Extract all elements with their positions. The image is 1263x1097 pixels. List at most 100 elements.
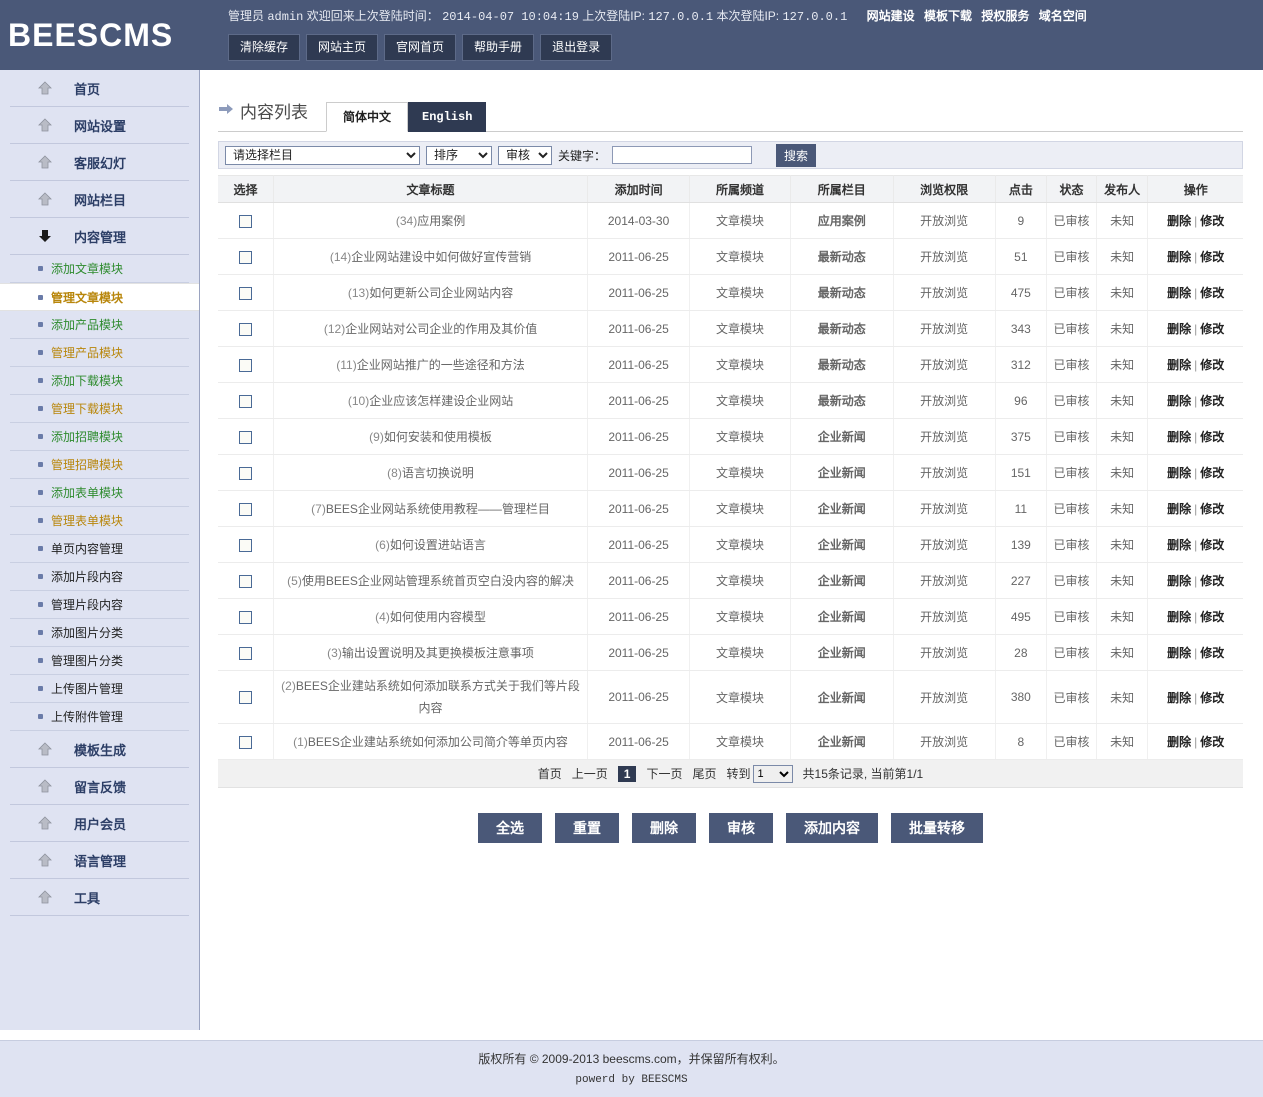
row-title-cell[interactable]: (12)企业网站对公司企业的作用及其价值 <box>273 310 589 347</box>
sidebar-item-add-form-module[interactable]: 添加表单模块 <box>10 479 189 507</box>
sidebar-item-manage-fragment-content[interactable]: 管理片段内容 <box>10 591 189 619</box>
row-edit-link[interactable]: 修改 <box>1200 610 1224 624</box>
sidebar-item-upload-attachment-manage[interactable]: 上传附件管理 <box>10 703 189 731</box>
row-delete-link[interactable]: 删除 <box>1167 466 1191 480</box>
row-title-cell[interactable]: (4)如何使用内容模型 <box>273 598 589 635</box>
row-title-cell[interactable]: (9)如何安装和使用模板 <box>273 418 589 455</box>
tab-english[interactable]: English <box>408 102 487 132</box>
pager-first[interactable]: 首页 <box>538 765 562 782</box>
sidebar-item-manage-product-module[interactable]: 管理产品模块 <box>10 339 189 367</box>
row-title-cell[interactable]: (2)BEES企业建站系统如何添加联系方式关于我们等片段内容 <box>273 670 589 724</box>
row-edit-link[interactable]: 修改 <box>1200 394 1224 408</box>
row-edit-link[interactable]: 修改 <box>1200 735 1224 749</box>
tab-simplified-chinese[interactable]: 简体中文 <box>326 102 409 132</box>
header-link-3[interactable]: 域名空间 <box>1039 9 1087 23</box>
row-delete-link[interactable]: 删除 <box>1167 735 1191 749</box>
row-delete-link[interactable]: 删除 <box>1167 430 1191 444</box>
sidebar-item-add-download-module[interactable]: 添加下载模块 <box>10 367 189 395</box>
row-title-cell[interactable]: (14)企业网站建设中如何做好宣传营销 <box>273 238 589 275</box>
sidebar-group-template-generate[interactable]: 模板生成 <box>10 731 189 768</box>
row-title-cell[interactable]: (13)如何更新公司企业网站内容 <box>273 274 589 311</box>
sidebar-group-users[interactable]: 用户会员 <box>10 805 189 842</box>
row-checkbox[interactable] <box>239 394 252 408</box>
sidebar-item-add-job-module[interactable]: 添加招聘模块 <box>10 423 189 451</box>
row-checkbox[interactable] <box>239 250 252 264</box>
row-title-cell[interactable]: (3)输出设置说明及其更换模板注意事项 <box>273 634 589 671</box>
row-checkbox[interactable] <box>239 214 252 228</box>
sidebar-item-add-fragment-content[interactable]: 添加片段内容 <box>10 563 189 591</box>
sidebar-item-manage-download-module[interactable]: 管理下载模块 <box>10 395 189 423</box>
row-checkbox[interactable] <box>239 466 252 480</box>
row-edit-link[interactable]: 修改 <box>1200 430 1224 444</box>
row-checkbox[interactable] <box>239 358 252 372</box>
row-edit-link[interactable]: 修改 <box>1200 574 1224 588</box>
row-checkbox[interactable] <box>239 646 252 660</box>
sidebar-item-add-article-module[interactable]: 添加文章模块 <box>10 255 189 283</box>
row-checkbox[interactable] <box>239 735 252 749</box>
search-button[interactable]: 搜索 <box>776 143 817 167</box>
sidebar-item-add-image-category[interactable]: 添加图片分类 <box>10 619 189 647</box>
select-all-button[interactable]: 全选 <box>478 813 542 843</box>
sidebar-item-manage-image-category[interactable]: 管理图片分类 <box>10 647 189 675</box>
pager-prev[interactable]: 上一页 <box>572 765 608 782</box>
row-checkbox[interactable] <box>239 286 252 300</box>
audit-button[interactable]: 审核 <box>709 813 773 843</box>
row-title-cell[interactable]: (6)如何设置进站语言 <box>273 526 589 563</box>
menu-official-home[interactable]: 官网首页 <box>384 34 457 61</box>
row-delete-link[interactable]: 删除 <box>1167 610 1191 624</box>
pager-goto-select[interactable]: 1 <box>752 764 793 783</box>
keyword-input[interactable] <box>612 146 753 164</box>
add-content-button[interactable]: 添加内容 <box>786 813 878 843</box>
row-edit-link[interactable]: 修改 <box>1200 502 1224 516</box>
sidebar-item-manage-form-module[interactable]: 管理表单模块 <box>10 507 189 535</box>
row-delete-link[interactable]: 删除 <box>1167 646 1191 660</box>
row-edit-link[interactable]: 修改 <box>1200 250 1224 264</box>
row-title-cell[interactable]: (1)BEES企业建站系统如何添加公司简介等单页内容 <box>273 723 589 760</box>
row-checkbox[interactable] <box>239 502 252 516</box>
row-delete-link[interactable]: 删除 <box>1167 250 1191 264</box>
row-edit-link[interactable]: 修改 <box>1200 358 1224 372</box>
row-checkbox[interactable] <box>239 574 252 588</box>
header-link-2[interactable]: 授权服务 <box>981 9 1029 23</box>
sidebar-item-add-product-module[interactable]: 添加产品模块 <box>10 311 189 339</box>
sidebar-group-slider[interactable]: 客服幻灯 <box>10 144 189 181</box>
sidebar-group-message-feedback[interactable]: 留言反馈 <box>10 768 189 805</box>
sidebar-item-single-page-content[interactable]: 单页内容管理 <box>10 535 189 563</box>
row-edit-link[interactable]: 修改 <box>1200 286 1224 300</box>
sidebar-group-content-management[interactable]: 内容管理 <box>10 218 189 255</box>
row-title-cell[interactable]: (5)使用BEES企业网站管理系统首页空白没内容的解决 <box>273 562 589 599</box>
row-edit-link[interactable]: 修改 <box>1200 214 1224 228</box>
row-edit-link[interactable]: 修改 <box>1200 646 1224 660</box>
menu-help-manual[interactable]: 帮助手册 <box>462 34 535 61</box>
row-delete-link[interactable]: 删除 <box>1167 538 1191 552</box>
row-delete-link[interactable]: 删除 <box>1167 574 1191 588</box>
row-delete-link[interactable]: 删除 <box>1167 502 1191 516</box>
row-checkbox[interactable] <box>239 322 252 336</box>
menu-site-home[interactable]: 网站主页 <box>306 34 379 61</box>
sort-select[interactable]: 排序 <box>426 145 492 165</box>
row-delete-link[interactable]: 删除 <box>1167 394 1191 408</box>
row-title-cell[interactable]: (8)语言切换说明 <box>273 454 589 491</box>
row-checkbox[interactable] <box>239 538 252 552</box>
sidebar-group-tools[interactable]: 工具 <box>10 879 189 916</box>
delete-button[interactable]: 删除 <box>632 813 696 843</box>
row-title-cell[interactable]: (10)企业应该怎样建设企业网站 <box>273 382 589 419</box>
pager-last[interactable]: 尾页 <box>693 765 717 782</box>
row-delete-link[interactable]: 删除 <box>1167 214 1191 228</box>
sidebar-item-upload-image-manage[interactable]: 上传图片管理 <box>10 675 189 703</box>
reset-button[interactable]: 重置 <box>555 813 619 843</box>
row-checkbox[interactable] <box>239 691 252 705</box>
row-edit-link[interactable]: 修改 <box>1200 691 1224 705</box>
batch-move-button[interactable]: 批量转移 <box>891 813 983 843</box>
sidebar-group-language[interactable]: 语言管理 <box>10 842 189 879</box>
row-title-cell[interactable]: (34)应用案例 <box>273 202 589 239</box>
sidebar-item-manage-article-module[interactable]: 管理文章模块 <box>0 283 199 311</box>
sidebar-item-manage-job-module[interactable]: 管理招聘模块 <box>10 451 189 479</box>
header-link-1[interactable]: 模板下载 <box>924 9 972 23</box>
row-edit-link[interactable]: 修改 <box>1200 466 1224 480</box>
row-title-cell[interactable]: (11)企业网站推广的一些途径和方法 <box>273 346 589 383</box>
row-delete-link[interactable]: 删除 <box>1167 286 1191 300</box>
pager-next[interactable]: 下一页 <box>646 765 682 782</box>
row-delete-link[interactable]: 删除 <box>1167 691 1191 705</box>
audit-select[interactable]: 审核 <box>498 145 552 165</box>
